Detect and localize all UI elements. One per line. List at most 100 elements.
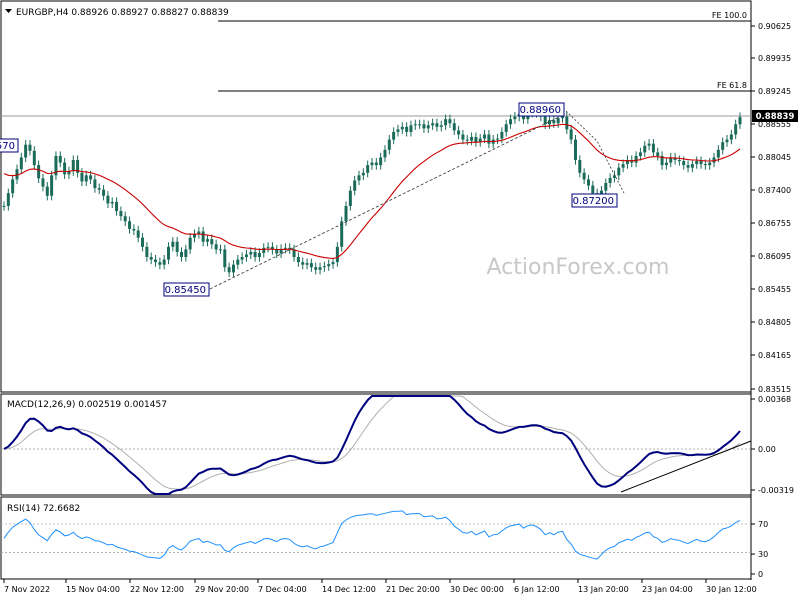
candle-body xyxy=(651,143,655,153)
candle-body xyxy=(344,205,348,222)
x-tick-label: 14 Dec 12:00 xyxy=(322,585,376,594)
candle-body xyxy=(58,155,62,163)
candle-body xyxy=(80,172,84,182)
candle-body xyxy=(132,228,136,231)
x-tick-label: 21 Dec 20:00 xyxy=(386,585,440,594)
candle-body xyxy=(647,143,651,146)
y-tick-label: 0.84805 xyxy=(758,318,791,327)
candle-body xyxy=(374,162,378,166)
candle-body xyxy=(210,239,214,245)
candle-body xyxy=(6,193,10,206)
candle-body xyxy=(45,186,49,196)
candle-body xyxy=(184,249,188,258)
candle-body xyxy=(405,126,409,132)
y-tick-label: 0.83515 xyxy=(758,385,791,394)
candle-body xyxy=(734,124,738,135)
candle-body xyxy=(257,252,261,258)
candle-body xyxy=(612,175,616,178)
candle-body xyxy=(569,129,573,140)
candle-body xyxy=(435,123,439,127)
candle-body xyxy=(353,180,357,191)
candle-body xyxy=(154,259,158,263)
candle-body xyxy=(84,175,88,182)
candle-body xyxy=(604,182,608,191)
x-tick-label: 15 Nov 04:00 xyxy=(66,585,120,594)
candle-body xyxy=(483,134,487,139)
candle-body xyxy=(89,175,93,180)
x-tick-label: 6 Jan 12:00 xyxy=(514,585,560,594)
candle-body xyxy=(664,162,668,166)
candle-body xyxy=(366,165,370,173)
candle-body xyxy=(244,254,248,258)
candle-body xyxy=(331,262,335,265)
candle-body xyxy=(387,139,391,150)
candle-body xyxy=(465,139,469,141)
candle-body xyxy=(28,144,32,151)
candle-body xyxy=(50,175,54,196)
candle-body xyxy=(305,263,309,265)
candle-body xyxy=(556,118,560,124)
candle-body xyxy=(392,131,396,140)
candle-body xyxy=(708,162,712,166)
candle-body xyxy=(361,172,365,176)
candle-body xyxy=(413,124,417,126)
candle-body xyxy=(470,137,474,141)
y-tick-label: 0.90625 xyxy=(758,22,791,31)
candle-body xyxy=(444,119,448,126)
candle-body xyxy=(656,152,660,156)
candle-body xyxy=(543,116,547,125)
x-tick-label: 22 Nov 12:00 xyxy=(130,585,184,594)
candle-body xyxy=(236,259,240,265)
candle-body xyxy=(699,161,703,165)
rsi-tick-label: 70 xyxy=(758,520,768,529)
candle-body xyxy=(396,129,400,132)
candle-body xyxy=(327,264,331,267)
candle-body xyxy=(240,257,244,260)
candle-body xyxy=(682,161,686,166)
y-tick-label: 0.89245 xyxy=(758,87,791,96)
candle-body xyxy=(729,134,733,140)
candle-body xyxy=(496,138,500,140)
x-tick-label: 23 Jan 04:00 xyxy=(642,585,693,594)
candle-body xyxy=(677,160,681,162)
candle-body xyxy=(309,263,313,268)
candle-body xyxy=(422,124,426,129)
candle-body xyxy=(400,126,404,130)
y-tick-label: 0.84165 xyxy=(758,351,791,360)
candle-body xyxy=(41,178,45,187)
candle-body xyxy=(115,201,119,212)
candle-body xyxy=(348,190,352,206)
candle-body xyxy=(171,241,175,247)
candle-body xyxy=(703,164,707,166)
candle-body xyxy=(617,167,621,176)
price-panel-frame xyxy=(0,0,752,393)
candle-body xyxy=(474,137,478,143)
candle-body xyxy=(560,116,564,119)
x-tick-label: 30 Jan 12:00 xyxy=(706,585,757,594)
y-tick-label: 0.88045 xyxy=(758,153,791,162)
candle-body xyxy=(586,179,590,186)
candle-body xyxy=(573,139,577,161)
rsi-panel-frame xyxy=(0,496,752,580)
x-tick-label: 30 Dec 00:00 xyxy=(450,585,504,594)
candle-body xyxy=(262,247,266,253)
candle-body xyxy=(634,155,638,163)
candle-body xyxy=(448,119,452,124)
price-title: EURGBP,H4 0.88926 0.88927 0.88827 0.8883… xyxy=(16,8,229,18)
candle-body xyxy=(63,162,67,175)
candle-body xyxy=(461,134,465,140)
candle-body xyxy=(110,201,114,204)
candle-body xyxy=(318,267,322,270)
candle-body xyxy=(266,246,270,248)
candle-body xyxy=(158,262,162,265)
candle-body xyxy=(643,145,647,153)
candle-body xyxy=(379,157,383,166)
macd-tick-label: 0.00368 xyxy=(758,395,791,404)
rsi-tick-label: 30 xyxy=(758,550,768,559)
candle-body xyxy=(738,117,742,125)
candle-body xyxy=(418,124,422,126)
candle-body xyxy=(565,116,569,130)
candle-body xyxy=(487,134,491,144)
y-tick-label: 0.85455 xyxy=(758,285,791,294)
y-tick-label: 0.89935 xyxy=(758,54,791,63)
